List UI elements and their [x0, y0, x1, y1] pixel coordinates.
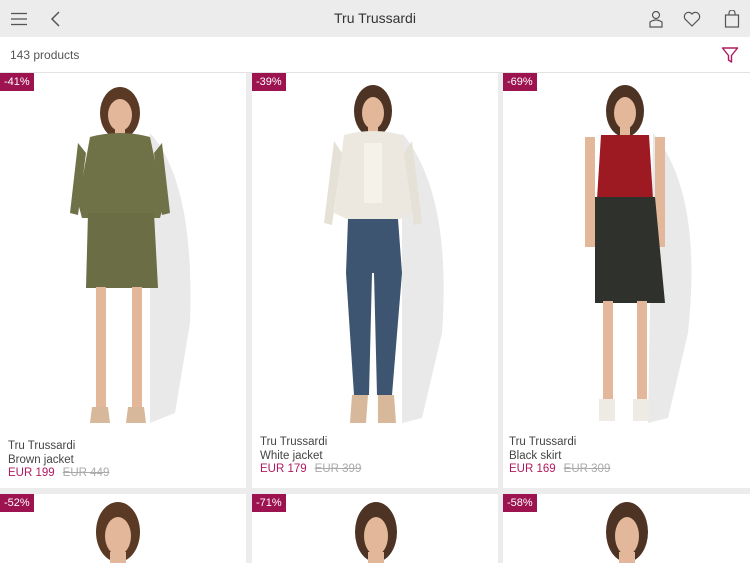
heart-icon[interactable]: [677, 0, 707, 37]
product-card[interactable]: -52%: [0, 494, 246, 563]
discount-badge: -52%: [0, 494, 34, 512]
product-card[interactable]: -58%: [503, 494, 750, 563]
product-brand: Tru Trussardi: [509, 436, 577, 448]
product-old-price: EUR 449: [62, 467, 110, 479]
product-info: Tru Trussardi White jacket EUR 179 EUR 39…: [252, 427, 498, 484]
filter-icon[interactable]: [718, 43, 742, 67]
product-card[interactable]: -69% Tru Trussardi Black skirt EUR 169 E…: [503, 73, 750, 488]
product-count: 143 products: [10, 48, 80, 62]
product-old-price: EUR 399: [314, 463, 362, 475]
back-icon[interactable]: [41, 0, 71, 37]
product-image[interactable]: [503, 73, 750, 430]
product-old-price: EUR 309: [563, 463, 611, 475]
product-price: EUR 179: [260, 463, 307, 475]
discount-badge: -39%: [252, 73, 286, 91]
product-card[interactable]: -41% Tru Trussardi Brown jacket EUR 199 …: [0, 73, 246, 488]
product-image[interactable]: [252, 494, 498, 563]
product-brand: Tru Trussardi: [8, 440, 76, 452]
product-image[interactable]: [503, 494, 750, 563]
product-grid: -41% Tru Trussardi Brown jacket EUR 199 …: [0, 73, 750, 563]
product-price: EUR 199: [8, 467, 55, 479]
product-price: EUR 169: [509, 463, 556, 475]
page-title: Tru Trussardi: [334, 10, 416, 26]
discount-badge: -58%: [503, 494, 537, 512]
product-card[interactable]: -71%: [252, 494, 498, 563]
menu-icon[interactable]: [4, 0, 34, 37]
product-image[interactable]: [0, 73, 246, 430]
product-card[interactable]: -39% Tru Trussardi White jacket EUR 179 E…: [252, 73, 498, 488]
product-info: Tru Trussardi Black skirt EUR 169 EUR 309: [503, 427, 750, 484]
product-image[interactable]: [252, 73, 498, 430]
discount-badge: -69%: [503, 73, 537, 91]
product-name: White jacket: [260, 449, 323, 462]
top-navigation-bar: Tru Trussardi: [0, 0, 750, 37]
product-brand: Tru Trussardi: [260, 436, 328, 448]
discount-badge: -41%: [0, 73, 34, 91]
discount-badge: -71%: [252, 494, 286, 512]
product-info: Tru Trussardi Brown jacket EUR 199 EUR 44…: [0, 431, 246, 488]
results-toolbar: 143 products: [0, 37, 750, 73]
product-image[interactable]: [0, 494, 246, 563]
product-name: Brown jacket: [8, 453, 74, 466]
bag-icon[interactable]: [717, 0, 747, 37]
product-name: Black skirt: [509, 449, 562, 462]
user-icon[interactable]: [641, 0, 671, 37]
